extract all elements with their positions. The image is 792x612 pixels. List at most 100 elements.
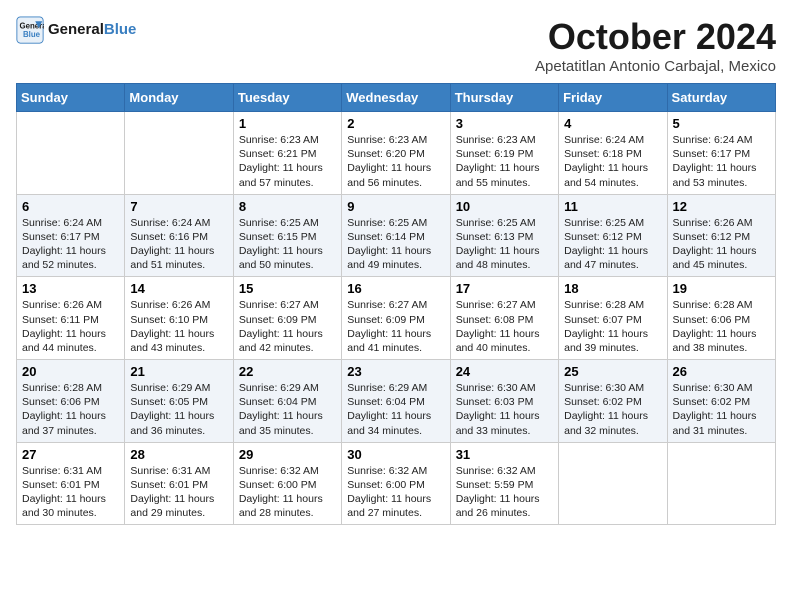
- day-number: 14: [130, 281, 227, 296]
- day-content: Sunrise: 6:27 AMSunset: 6:09 PMDaylight:…: [347, 298, 444, 355]
- day-content: Sunrise: 6:30 AMSunset: 6:02 PMDaylight:…: [564, 381, 661, 438]
- day-number: 10: [456, 199, 553, 214]
- calendar-cell: 28 Sunrise: 6:31 AMSunset: 6:01 PMDayligh…: [125, 442, 233, 525]
- day-content: Sunrise: 6:28 AMSunset: 6:06 PMDaylight:…: [673, 298, 770, 355]
- day-number: 31: [456, 447, 553, 462]
- day-number: 30: [347, 447, 444, 462]
- calendar-cell: 30 Sunrise: 6:32 AMSunset: 6:00 PMDayligh…: [342, 442, 450, 525]
- day-content: Sunrise: 6:32 AMSunset: 6:00 PMDaylight:…: [239, 464, 336, 521]
- calendar-cell: 24Sunrise: 6:30 AMSunset: 6:03 PMDayligh…: [450, 360, 558, 443]
- day-number: 25: [564, 364, 661, 379]
- weekday-header: Monday: [125, 84, 233, 112]
- calendar-cell: [667, 442, 775, 525]
- calendar-cell: 16 Sunrise: 6:27 AMSunset: 6:09 PMDayligh…: [342, 277, 450, 360]
- day-number: 8: [239, 199, 336, 214]
- calendar-row: 27 Sunrise: 6:31 AMSunset: 6:01 PMDayligh…: [17, 442, 776, 525]
- calendar-cell: 5 Sunrise: 6:24 AMSunset: 6:17 PMDaylight…: [667, 112, 775, 195]
- weekday-header: Thursday: [450, 84, 558, 112]
- day-content: Sunrise: 6:26 AMSunset: 6:11 PMDaylight:…: [22, 298, 119, 355]
- calendar-cell: 14 Sunrise: 6:26 AMSunset: 6:10 PMDayligh…: [125, 277, 233, 360]
- day-number: 6: [22, 199, 119, 214]
- day-content: Sunrise: 6:24 AMSunset: 6:17 PMDaylight:…: [22, 216, 119, 273]
- calendar-cell: 22Sunrise: 6:29 AMSunset: 6:04 PMDayligh…: [233, 360, 341, 443]
- day-content: Sunrise: 6:30 AMSunset: 6:02 PMDaylight:…: [673, 381, 770, 438]
- day-content: Sunrise: 6:27 AMSunset: 6:09 PMDaylight:…: [239, 298, 336, 355]
- weekday-header: Wednesday: [342, 84, 450, 112]
- day-number: 15: [239, 281, 336, 296]
- weekday-header: Tuesday: [233, 84, 341, 112]
- day-number: 1: [239, 116, 336, 131]
- calendar-cell: 13 Sunrise: 6:26 AMSunset: 6:11 PMDayligh…: [17, 277, 125, 360]
- calendar-cell: 15 Sunrise: 6:27 AMSunset: 6:09 PMDayligh…: [233, 277, 341, 360]
- day-content: Sunrise: 6:25 AMSunset: 6:13 PMDaylight:…: [456, 216, 553, 273]
- calendar-cell: 23 Sunrise: 6:29 AMSunset: 6:04 PMDayligh…: [342, 360, 450, 443]
- weekday-header: Sunday: [17, 84, 125, 112]
- day-content: Sunrise: 6:32 AMSunset: 6:00 PMDaylight:…: [347, 464, 444, 521]
- day-content: Sunrise: 6:32 AMSunset: 5:59 PMDaylight:…: [456, 464, 553, 521]
- month-title: October 2024: [535, 16, 776, 58]
- location: Apetatitlan Antonio Carbajal, Mexico: [535, 58, 776, 75]
- day-content: Sunrise: 6:24 AMSunset: 6:16 PMDaylight:…: [130, 216, 227, 273]
- page-header: General Blue GeneralBlue October 2024 Ap…: [16, 16, 776, 75]
- calendar-cell: 6 Sunrise: 6:24 AMSunset: 6:17 PMDaylight…: [17, 194, 125, 277]
- day-content: Sunrise: 6:25 AMSunset: 6:12 PMDaylight:…: [564, 216, 661, 273]
- calendar-cell: 25 Sunrise: 6:30 AMSunset: 6:02 PMDayligh…: [559, 360, 667, 443]
- calendar-cell: 19 Sunrise: 6:28 AMSunset: 6:06 PMDayligh…: [667, 277, 775, 360]
- day-number: 18: [564, 281, 661, 296]
- day-content: Sunrise: 6:31 AMSunset: 6:01 PMDaylight:…: [22, 464, 119, 521]
- day-number: 29: [239, 447, 336, 462]
- calendar-cell: 17Sunrise: 6:27 AMSunset: 6:08 PMDayligh…: [450, 277, 558, 360]
- day-content: Sunrise: 6:26 AMSunset: 6:10 PMDaylight:…: [130, 298, 227, 355]
- logo-icon: General Blue: [16, 16, 44, 44]
- day-number: 24: [456, 364, 553, 379]
- day-number: 21: [130, 364, 227, 379]
- calendar-row: 6 Sunrise: 6:24 AMSunset: 6:17 PMDaylight…: [17, 194, 776, 277]
- calendar-cell: [125, 112, 233, 195]
- day-content: Sunrise: 6:28 AMSunset: 6:06 PMDaylight:…: [22, 381, 119, 438]
- calendar-table: SundayMondayTuesdayWednesdayThursdayFrid…: [16, 83, 776, 525]
- day-content: Sunrise: 6:25 AMSunset: 6:14 PMDaylight:…: [347, 216, 444, 273]
- weekday-header: Friday: [559, 84, 667, 112]
- day-content: Sunrise: 6:29 AMSunset: 6:05 PMDaylight:…: [130, 381, 227, 438]
- day-number: 23: [347, 364, 444, 379]
- day-content: Sunrise: 6:24 AMSunset: 6:17 PMDaylight:…: [673, 133, 770, 190]
- day-number: 20: [22, 364, 119, 379]
- weekday-header: Saturday: [667, 84, 775, 112]
- calendar-cell: 3 Sunrise: 6:23 AMSunset: 6:19 PMDaylight…: [450, 112, 558, 195]
- calendar-header-row: SundayMondayTuesdayWednesdayThursdayFrid…: [17, 84, 776, 112]
- day-number: 16: [347, 281, 444, 296]
- calendar-cell: 27 Sunrise: 6:31 AMSunset: 6:01 PMDayligh…: [17, 442, 125, 525]
- day-content: Sunrise: 6:24 AMSunset: 6:18 PMDaylight:…: [564, 133, 661, 190]
- day-number: 27: [22, 447, 119, 462]
- calendar-cell: 4Sunrise: 6:24 AMSunset: 6:18 PMDaylight…: [559, 112, 667, 195]
- day-number: 13: [22, 281, 119, 296]
- title-area: October 2024 Apetatitlan Antonio Carbaja…: [535, 16, 776, 75]
- calendar-cell: 26Sunrise: 6:30 AMSunset: 6:02 PMDayligh…: [667, 360, 775, 443]
- calendar-cell: 18Sunrise: 6:28 AMSunset: 6:07 PMDayligh…: [559, 277, 667, 360]
- calendar-cell: 29 Sunrise: 6:32 AMSunset: 6:00 PMDayligh…: [233, 442, 341, 525]
- day-number: 3: [456, 116, 553, 131]
- calendar-cell: [559, 442, 667, 525]
- day-number: 2: [347, 116, 444, 131]
- calendar-cell: 2Sunrise: 6:23 AMSunset: 6:20 PMDaylight…: [342, 112, 450, 195]
- calendar-cell: 12Sunrise: 6:26 AMSunset: 6:12 PMDayligh…: [667, 194, 775, 277]
- day-content: Sunrise: 6:23 AMSunset: 6:19 PMDaylight:…: [456, 133, 553, 190]
- day-number: 5: [673, 116, 770, 131]
- logo: General Blue GeneralBlue: [16, 16, 136, 44]
- day-number: 19: [673, 281, 770, 296]
- day-number: 28: [130, 447, 227, 462]
- day-content: Sunrise: 6:31 AMSunset: 6:01 PMDaylight:…: [130, 464, 227, 521]
- calendar-cell: 8 Sunrise: 6:25 AMSunset: 6:15 PMDaylight…: [233, 194, 341, 277]
- svg-text:Blue: Blue: [23, 30, 41, 39]
- day-number: 17: [456, 281, 553, 296]
- day-content: Sunrise: 6:25 AMSunset: 6:15 PMDaylight:…: [239, 216, 336, 273]
- calendar-cell: 7Sunrise: 6:24 AMSunset: 6:16 PMDaylight…: [125, 194, 233, 277]
- day-content: Sunrise: 6:29 AMSunset: 6:04 PMDaylight:…: [347, 381, 444, 438]
- day-number: 22: [239, 364, 336, 379]
- day-content: Sunrise: 6:23 AMSunset: 6:21 PMDaylight:…: [239, 133, 336, 190]
- calendar-cell: 9 Sunrise: 6:25 AMSunset: 6:14 PMDaylight…: [342, 194, 450, 277]
- calendar-cell: 10 Sunrise: 6:25 AMSunset: 6:13 PMDayligh…: [450, 194, 558, 277]
- day-number: 9: [347, 199, 444, 214]
- calendar-row: 13 Sunrise: 6:26 AMSunset: 6:11 PMDayligh…: [17, 277, 776, 360]
- calendar-row: 20 Sunrise: 6:28 AMSunset: 6:06 PMDayligh…: [17, 360, 776, 443]
